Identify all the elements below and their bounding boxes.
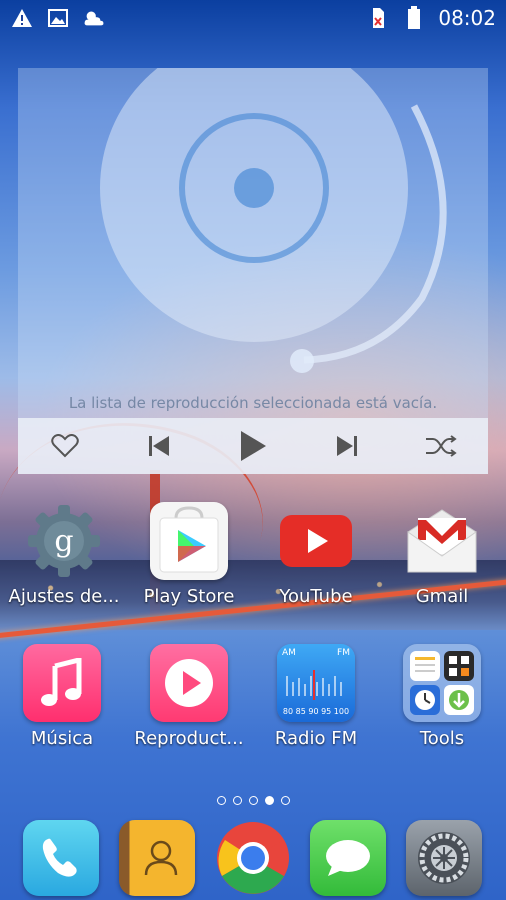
weather-icon[interactable] bbox=[82, 7, 106, 29]
play-store-icon bbox=[150, 502, 228, 580]
heart-icon[interactable] bbox=[43, 426, 87, 466]
music-controls bbox=[18, 418, 488, 474]
phone-icon[interactable] bbox=[23, 820, 99, 896]
no-sim-icon bbox=[366, 7, 390, 29]
app-play-store[interactable]: Play Store bbox=[127, 502, 251, 607]
svg-text:g: g bbox=[54, 524, 73, 559]
chrome-icon[interactable] bbox=[215, 820, 291, 896]
radio-am-label: AM bbox=[282, 648, 296, 658]
image-icon[interactable] bbox=[46, 7, 70, 29]
previous-icon[interactable] bbox=[137, 426, 181, 466]
google-settings-icon: g bbox=[25, 502, 103, 580]
shuffle-icon[interactable] bbox=[419, 426, 463, 466]
gmail-icon bbox=[403, 502, 481, 580]
youtube-icon bbox=[277, 502, 355, 580]
page-dot[interactable] bbox=[216, 796, 226, 805]
app-label: YouTube bbox=[279, 586, 353, 607]
messages-icon[interactable] bbox=[310, 820, 386, 896]
next-icon[interactable] bbox=[325, 426, 369, 466]
app-label: Radio FM bbox=[274, 728, 358, 749]
page-dot[interactable] bbox=[232, 796, 242, 805]
play-icon[interactable] bbox=[231, 426, 275, 466]
app-label: Tools bbox=[419, 728, 465, 749]
page-indicator bbox=[0, 796, 506, 805]
music-note-icon bbox=[23, 644, 101, 722]
app-google-settings[interactable]: g Ajustes de... bbox=[2, 502, 126, 607]
app-label: Música bbox=[30, 728, 94, 749]
tools-folder-icon bbox=[403, 644, 481, 722]
radio-fm-label: FM bbox=[337, 648, 350, 658]
app-radio-fm[interactable]: AM FM 80 85 90 95 100 Radio FM bbox=[254, 644, 378, 749]
music-widget[interactable]: La lista de reproducción seleccionada es… bbox=[18, 34, 488, 474]
radio-scale: 80 85 90 95 100 bbox=[282, 707, 350, 716]
app-label: Reproduct... bbox=[134, 728, 244, 749]
page-dot[interactable] bbox=[248, 796, 258, 805]
warning-icon[interactable] bbox=[10, 7, 34, 29]
settings-icon[interactable] bbox=[406, 820, 482, 896]
app-label: Ajustes de... bbox=[8, 586, 120, 607]
app-video-player[interactable]: Reproduct... bbox=[127, 644, 251, 749]
app-gmail[interactable]: Gmail bbox=[380, 502, 504, 607]
contacts-icon[interactable] bbox=[119, 820, 195, 896]
radio-icon: AM FM 80 85 90 95 100 bbox=[277, 644, 355, 722]
battery-icon bbox=[402, 6, 426, 29]
album-disc-art bbox=[18, 34, 488, 418]
status-clock: 08:02 bbox=[438, 6, 496, 30]
app-label: Play Store bbox=[143, 586, 235, 607]
app-label: Gmail bbox=[415, 586, 469, 607]
app-youtube[interactable]: YouTube bbox=[254, 502, 378, 607]
video-play-icon bbox=[150, 644, 228, 722]
page-dot-active[interactable] bbox=[264, 796, 274, 805]
app-tools-folder[interactable]: Tools bbox=[380, 644, 504, 749]
status-bar: 08:02 bbox=[0, 0, 506, 36]
page-dot[interactable] bbox=[280, 796, 290, 805]
empty-playlist-message: La lista de reproducción seleccionada es… bbox=[68, 394, 438, 412]
app-music[interactable]: Música bbox=[0, 644, 124, 749]
